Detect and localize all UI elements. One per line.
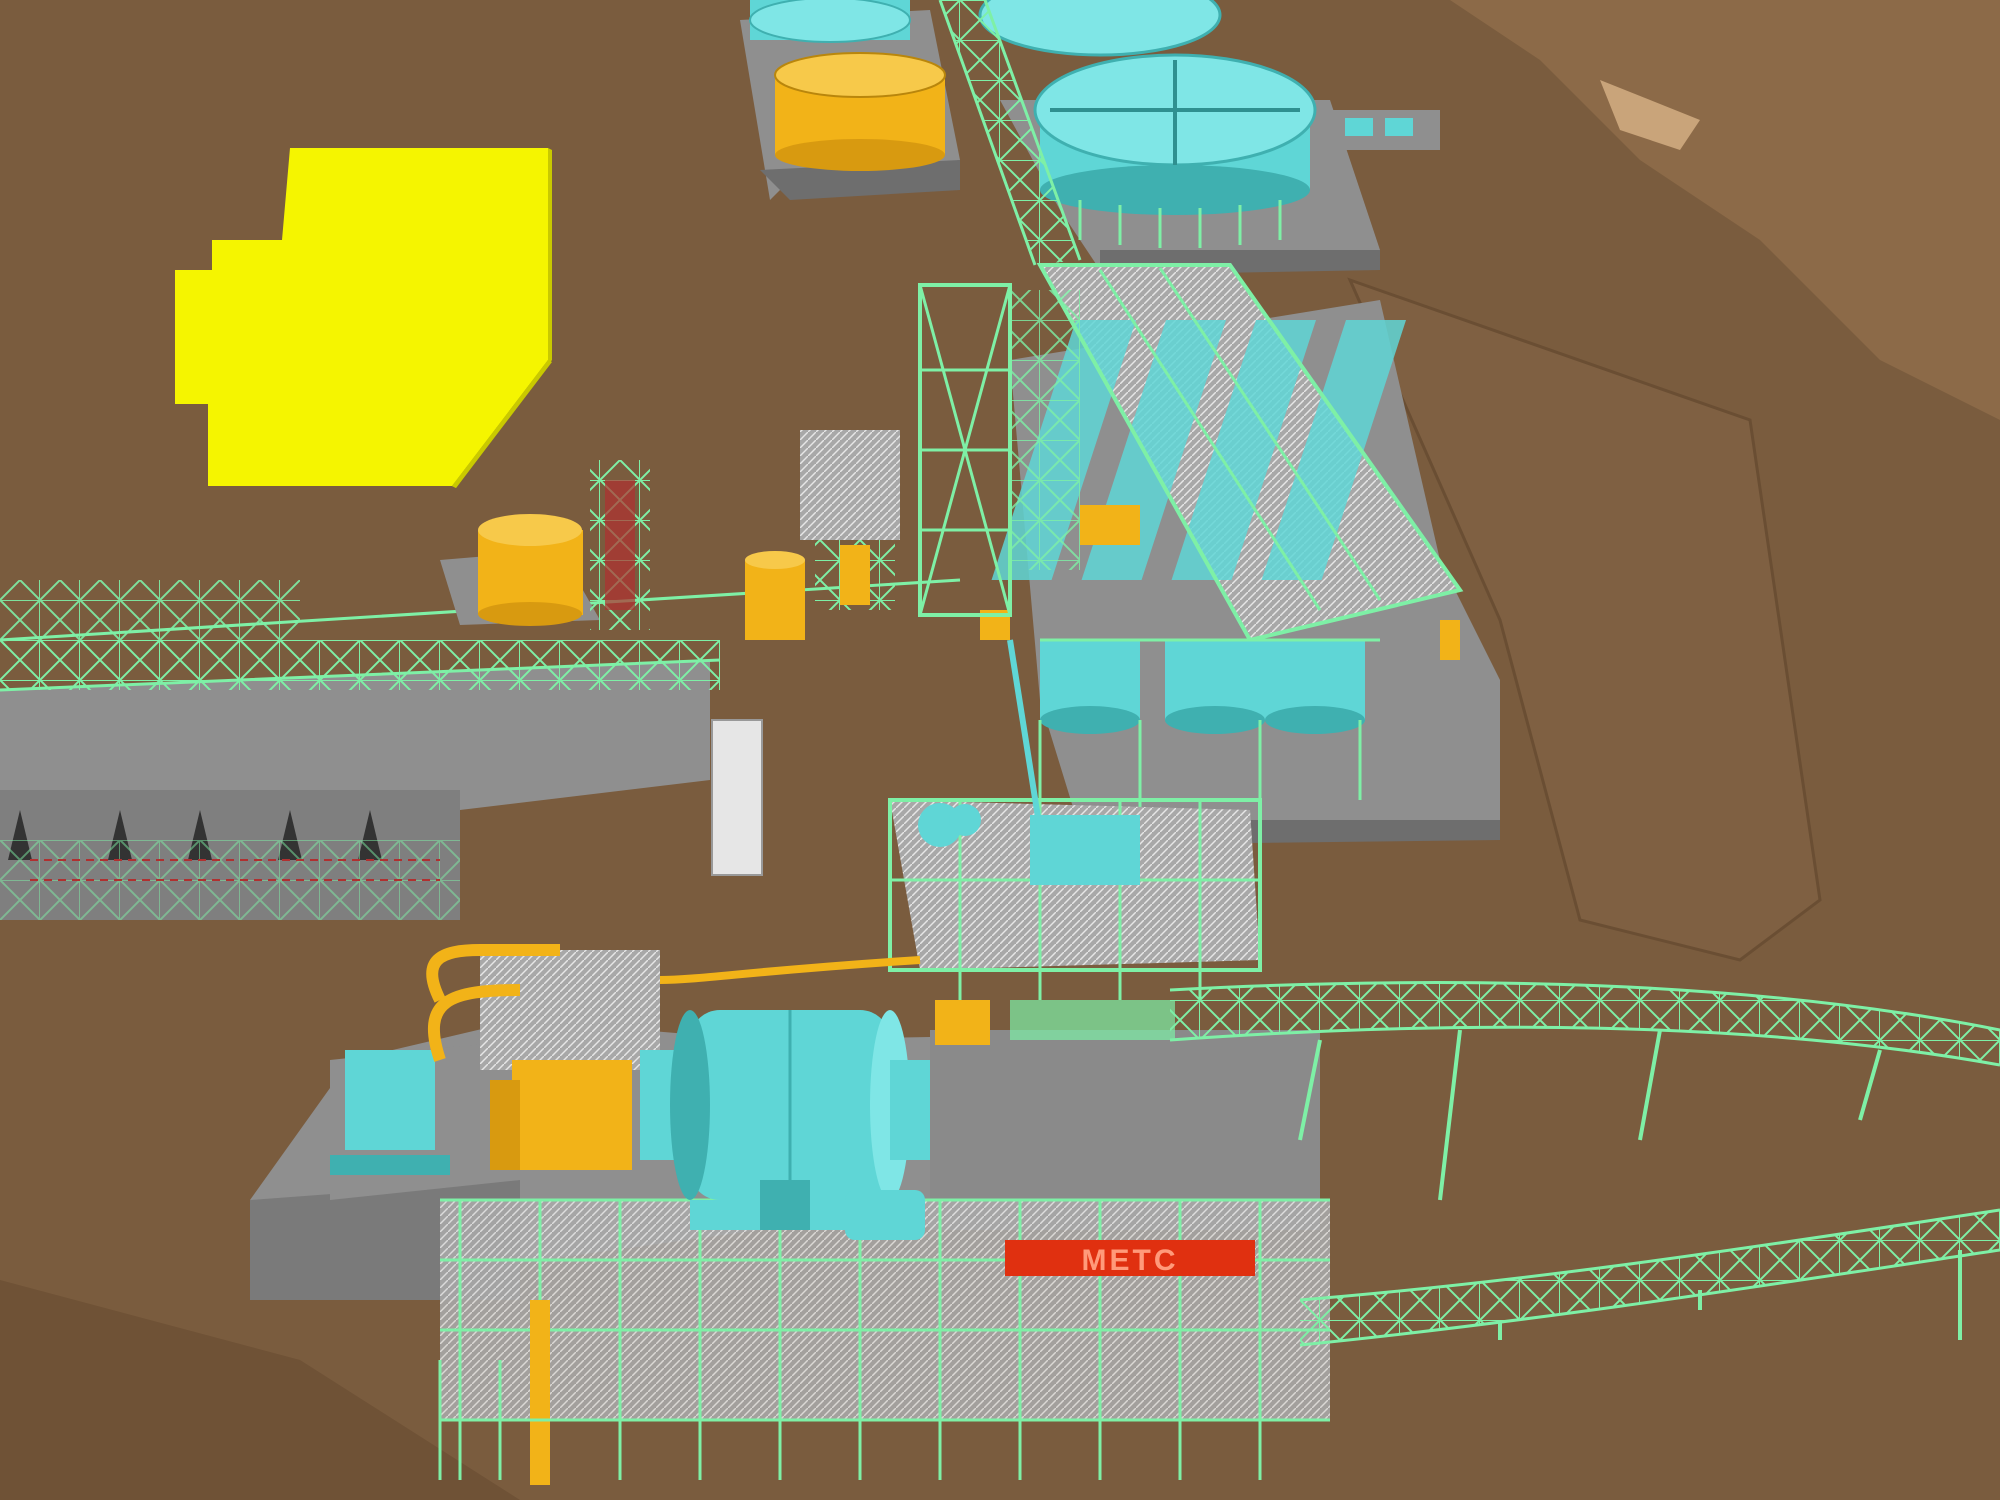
sign-text: METC [1082, 1244, 1179, 1277]
storage-tank-icon [774, 52, 946, 171]
storage-tank-icon [745, 551, 805, 640]
thickener-area-north[interactable] [740, 0, 960, 200]
sign-board: METC [1005, 1240, 1255, 1277]
plant-3d-viewport[interactable]: METC [0, 0, 2000, 1500]
ball-mill-icon [640, 1010, 910, 1200]
white-equipment-unit [711, 719, 763, 876]
plant-3d-scene: METC [0, 0, 2000, 1500]
pump-station-west [330, 1050, 450, 1175]
thickener-tank-icon [749, 0, 911, 43]
flotation-tank-row [1040, 640, 1365, 734]
storage-tank-icon [478, 514, 583, 626]
